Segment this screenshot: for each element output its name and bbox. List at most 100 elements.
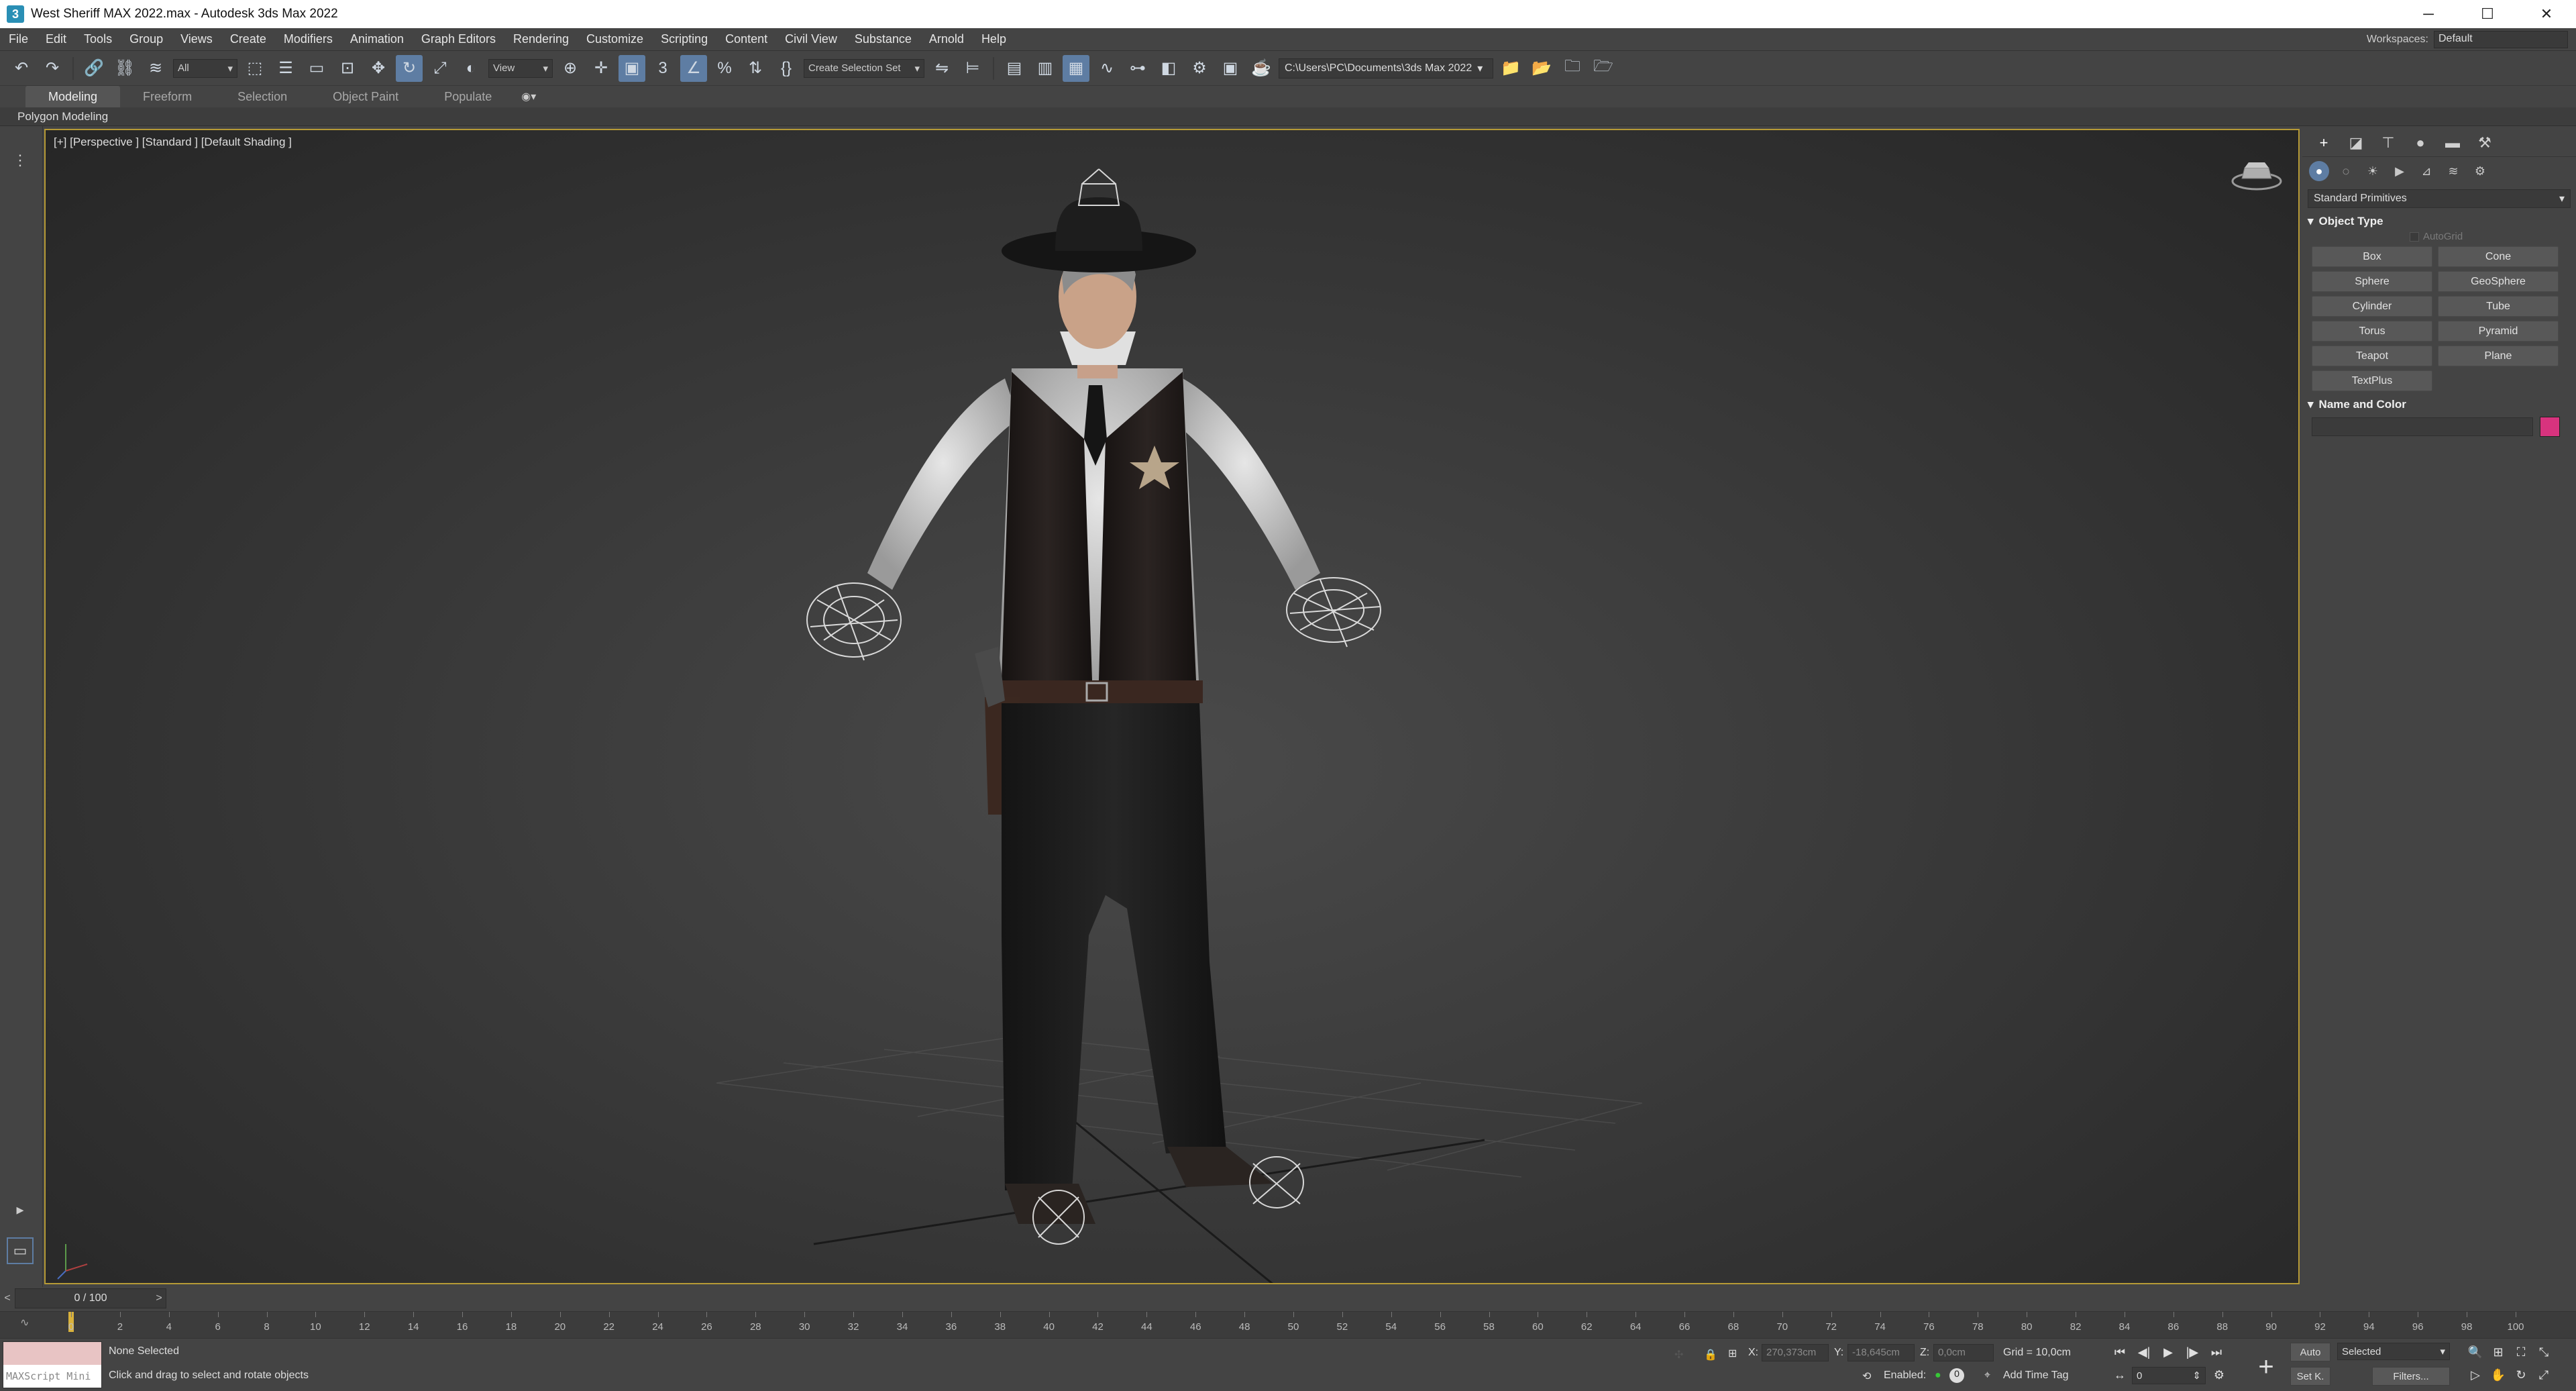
tab-selection[interactable]: Selection xyxy=(215,86,310,107)
tab-freeform[interactable]: Freeform xyxy=(120,86,215,107)
menu-arnold[interactable]: Arnold xyxy=(920,32,973,46)
select-object-icon[interactable]: ⬚ xyxy=(241,55,268,82)
menu-help[interactable]: Help xyxy=(973,32,1015,46)
add-time-tag-label[interactable]: Add Time Tag xyxy=(2003,1370,2069,1382)
menu-file[interactable]: File xyxy=(0,32,37,46)
maxscript-output[interactable] xyxy=(3,1342,101,1365)
time-prev-arrow[interactable]: < xyxy=(0,1290,15,1307)
time-slider[interactable]: 0 / 100 xyxy=(15,1288,166,1308)
menu-content[interactable]: Content xyxy=(716,32,776,46)
bind-space-warp-icon[interactable]: ≋ xyxy=(142,55,169,82)
scene-explorer-icon[interactable]: ▤ xyxy=(1001,55,1028,82)
zoom-icon[interactable]: 🔍 xyxy=(2466,1343,2485,1361)
previous-frame-icon[interactable]: ◀| xyxy=(2135,1343,2153,1361)
time-tag-counter-icon[interactable]: 0 xyxy=(1949,1368,1964,1383)
rendered-frame-window-icon[interactable]: ▣ xyxy=(1217,55,1244,82)
key-filters-button[interactable]: Filters... xyxy=(2372,1367,2450,1386)
viewport-layout-icon[interactable]: ▭ xyxy=(7,1237,34,1264)
orbit-icon[interactable]: ↻ xyxy=(2512,1366,2530,1384)
ribbon-panel-label[interactable]: Polygon Modeling xyxy=(0,107,2576,126)
align-icon[interactable]: ⊨ xyxy=(959,55,986,82)
enabled-indicator-icon[interactable]: ● xyxy=(1935,1370,1941,1382)
expand-arrow-icon[interactable]: ▸ xyxy=(8,1200,32,1220)
menu-views[interactable]: Views xyxy=(172,32,221,46)
menu-create[interactable]: Create xyxy=(221,32,275,46)
menu-civil-view[interactable]: Civil View xyxy=(776,32,846,46)
rect-region-icon[interactable]: ▭ xyxy=(303,55,330,82)
menu-customize[interactable]: Customize xyxy=(578,32,652,46)
helpers-icon[interactable]: ⊿ xyxy=(2416,161,2436,181)
adaptive-degradation-icon[interactable]: ⟲ xyxy=(1862,1370,1871,1383)
key-mode-toggle-icon[interactable]: ↔ xyxy=(2110,1366,2129,1384)
maxscript-listener[interactable]: MAXScript Mini xyxy=(3,1341,102,1388)
material-editor-icon[interactable]: ◧ xyxy=(1155,55,1182,82)
percent-snap-icon[interactable]: % xyxy=(711,55,738,82)
trackbar[interactable]: ∿ 0 2 4 6 8 10 12 14 16 18 20 22 24 26 28 30 32 34 36 38 40 4… xyxy=(0,1311,2576,1338)
time-next-arrow[interactable]: > xyxy=(152,1290,166,1307)
grip-icon[interactable]: ⋮ xyxy=(8,150,32,170)
menu-animation[interactable]: Animation xyxy=(341,32,413,46)
menu-substance[interactable]: Substance xyxy=(846,32,920,46)
auto-key-button[interactable]: Auto xyxy=(2290,1343,2330,1361)
project-folder-icon[interactable]: 📁 xyxy=(1497,55,1524,82)
unlink-icon[interactable]: ⛓ xyxy=(111,55,138,82)
play-icon[interactable]: ▶ xyxy=(2159,1343,2178,1361)
create-tab-icon[interactable]: + xyxy=(2313,132,2334,154)
key-filter-dropdown[interactable]: Selected ▾ xyxy=(2337,1343,2450,1360)
mirror-icon[interactable]: ⇋ xyxy=(928,55,955,82)
placement-icon[interactable]: ◐ xyxy=(458,55,484,82)
viewcube-icon[interactable] xyxy=(2230,154,2284,195)
angle-snap-icon[interactable]: ∠ xyxy=(680,54,707,82)
box-button[interactable]: Box xyxy=(2312,246,2432,267)
utilities-tab-icon[interactable]: ⚒ xyxy=(2474,132,2496,154)
workspace-dropdown[interactable]: Default xyxy=(2434,31,2568,48)
tab-populate[interactable]: Populate xyxy=(421,86,515,107)
space-warps-icon[interactable]: ≋ xyxy=(2443,161,2463,181)
layer-explorer-icon[interactable]: ▥ xyxy=(1032,55,1059,82)
object-type-rollout[interactable]: ▾ Object Type xyxy=(2308,215,2571,228)
hierarchy-tab-icon[interactable]: ⊤ xyxy=(2377,132,2399,154)
set-key-button[interactable]: Set K. xyxy=(2290,1367,2330,1386)
zoom-extents-icon[interactable]: ⛶ xyxy=(2512,1343,2530,1361)
plane-button[interactable]: Plane xyxy=(2438,346,2559,366)
shapes-icon[interactable]: ◌ xyxy=(2336,161,2356,181)
scale-icon[interactable]: ⤢ xyxy=(427,55,453,82)
maximize-button[interactable]: ☐ xyxy=(2458,0,2517,28)
tab-modeling[interactable]: Modeling xyxy=(25,86,121,107)
z-coord-field[interactable]: 0,0cm xyxy=(1933,1344,1994,1361)
go-to-end-icon[interactable]: ⏭ xyxy=(2207,1343,2226,1361)
isolate-icon[interactable]: ✣ xyxy=(1674,1348,1683,1361)
tab-object-paint[interactable]: Object Paint xyxy=(310,86,421,107)
select-by-name-icon[interactable]: ☰ xyxy=(272,55,299,82)
scene-canvas[interactable] xyxy=(46,130,2300,1284)
cone-button[interactable]: Cone xyxy=(2438,246,2559,267)
perspective-viewport[interactable]: [+] [Perspective ] [Standard ] [Default … xyxy=(44,129,2300,1284)
pivot-center-icon[interactable]: ⊕ xyxy=(557,55,584,82)
cylinder-button[interactable]: Cylinder xyxy=(2312,296,2432,317)
lights-icon[interactable]: ☀ xyxy=(2363,161,2383,181)
viewport-label[interactable]: [+] [Perspective ] [Standard ] [Default … xyxy=(54,136,292,149)
menu-scripting[interactable]: Scripting xyxy=(652,32,716,46)
menu-edit[interactable]: Edit xyxy=(37,32,75,46)
folder-settings-icon[interactable]: 🗀 xyxy=(1559,55,1586,82)
minimize-button[interactable]: ─ xyxy=(2399,0,2458,28)
display-tab-icon[interactable]: ▬ xyxy=(2442,132,2463,154)
window-crossing-icon[interactable]: ⊡ xyxy=(334,55,361,82)
render-setup-icon[interactable]: ⚙ xyxy=(1186,55,1213,82)
sphere-button[interactable]: Sphere xyxy=(2312,271,2432,292)
pan-icon[interactable]: ✋ xyxy=(2489,1366,2508,1384)
project-path-dropdown[interactable]: C:\Users\PC\Documents\3ds Max 2022 ▾ xyxy=(1279,58,1493,79)
schematic-view-icon[interactable]: ⊶ xyxy=(1124,55,1151,82)
keyboard-shortcut-override-icon[interactable]: ▣ xyxy=(619,54,645,82)
systems-icon[interactable]: ⚙ xyxy=(2470,161,2490,181)
y-coord-field[interactable]: -18,645cm xyxy=(1847,1344,1915,1361)
menu-tools[interactable]: Tools xyxy=(75,32,121,46)
maxscript-input[interactable]: MAXScript Mini xyxy=(3,1365,101,1388)
rotate-icon[interactable]: ↻ xyxy=(396,54,423,82)
snaps-toggle-icon[interactable]: 3 xyxy=(649,55,676,82)
select-manipulate-icon[interactable]: ✛ xyxy=(588,55,614,82)
absolute-mode-icon[interactable]: ⊞ xyxy=(1728,1347,1737,1360)
maximize-viewport-icon[interactable]: ⤢ xyxy=(2534,1366,2553,1384)
menu-graph-editors[interactable]: Graph Editors xyxy=(413,32,504,46)
ribbon-toggle-icon[interactable]: ▦ xyxy=(1063,54,1089,82)
